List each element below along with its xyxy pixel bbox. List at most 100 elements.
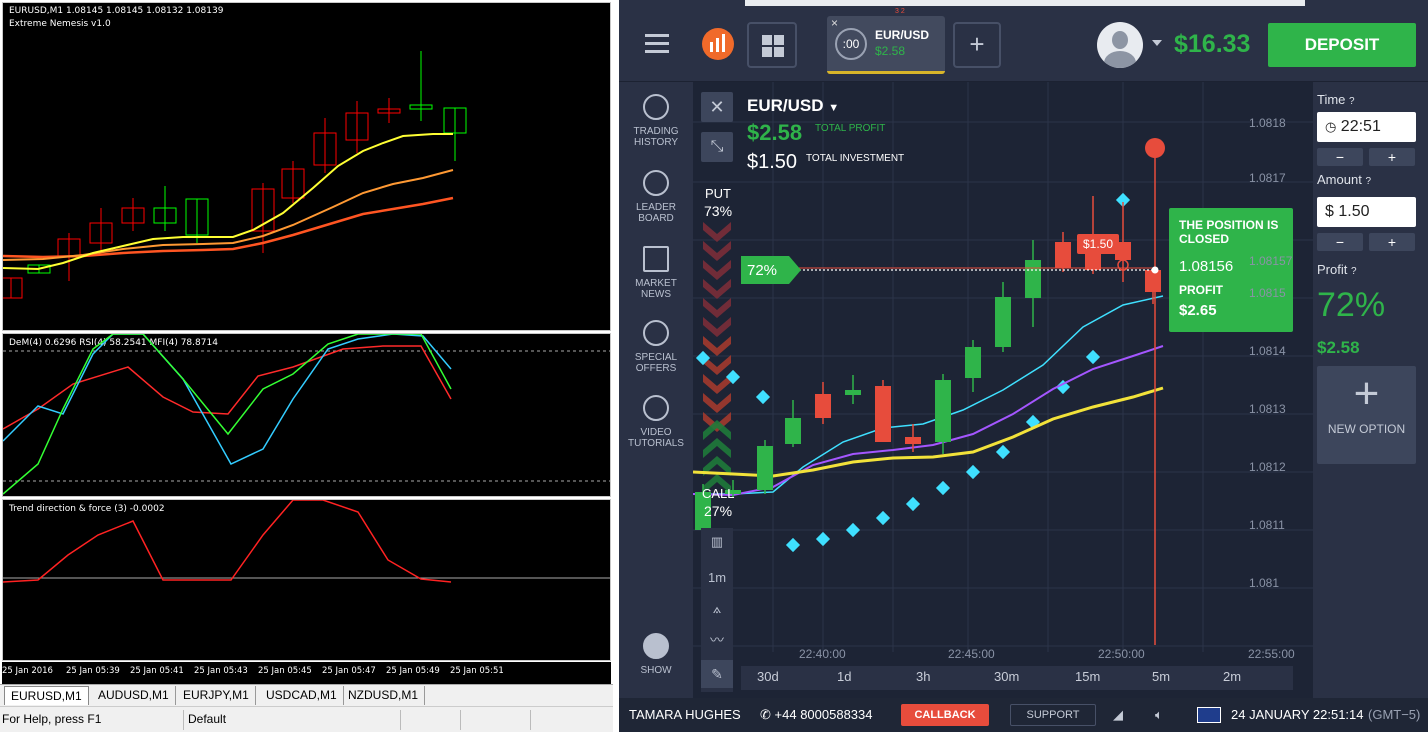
time-input[interactable]: ◷ 22:51 — [1317, 112, 1416, 142]
amount-input[interactable]: $ 1.50 — [1317, 197, 1416, 227]
tab-audusd[interactable]: AUDUSD,M1 — [92, 686, 176, 705]
candle — [1055, 242, 1071, 268]
iqoption-window: × 3 2 :00 EUR/USD $2.58 + $16.33 DEPOSIT… — [619, 0, 1428, 732]
callback-button[interactable]: CALLBACK — [901, 704, 989, 726]
position-closed-popup: THE POSITION IS CLOSED 1.08156 PROFIT $2… — [1169, 208, 1293, 332]
show-button[interactable]: SHOW — [619, 633, 693, 676]
candle — [1145, 270, 1161, 292]
time-axis: 25 Jan 2016 25 Jan 05:39 25 Jan 05:41 25… — [2, 662, 611, 684]
current-price-dot — [1151, 266, 1159, 274]
add-asset-button[interactable]: + — [953, 22, 1001, 68]
tab-eurjpy[interactable]: EURJPY,M1 — [177, 686, 256, 705]
price-chart-panel[interactable]: EURUSD,M1 1.08145 1.08145 1.08132 1.0813… — [2, 2, 611, 331]
video-icon — [643, 395, 669, 421]
grid-icon — [762, 35, 784, 57]
close-chart-button[interactable]: ✕ — [701, 92, 733, 122]
sidebar-item-label: MARKET NEWS — [635, 278, 677, 300]
price-level-label: 1.0813 — [1249, 402, 1286, 416]
timeframe-option[interactable]: 5m — [1152, 669, 1170, 684]
amount-label: Amount ? — [1317, 172, 1371, 187]
timeframe-option[interactable]: 3h — [916, 669, 930, 684]
sidebar-item-history[interactable]: TRADING HISTORY — [619, 94, 693, 148]
total-investment-label: TOTAL INVESTMENT — [806, 153, 905, 164]
timeframe-option[interactable]: 15m — [1075, 669, 1100, 684]
logo-icon — [702, 28, 734, 60]
asset-selector[interactable]: EUR/USD ▼ — [747, 96, 839, 116]
price-level-label: 1.081 — [1249, 576, 1280, 590]
price-level-label: 1.08157 — [1249, 254, 1293, 268]
tab-eurusd[interactable]: EURUSD,M1 — [4, 686, 89, 705]
chevron-down-icon: ▼ — [828, 102, 840, 114]
asset-tab-close-icon[interactable]: × — [831, 16, 838, 30]
profit-percent: 72% — [1317, 286, 1386, 324]
sidebar-item-label: VIDEO TUTORIALS — [628, 427, 684, 449]
tab-usdcad[interactable]: USDCAD,M1 — [260, 686, 344, 705]
sidebar-item-news[interactable]: MARKET NEWS — [619, 246, 693, 300]
time-minus-button[interactable]: − — [1317, 148, 1363, 166]
time-label: 25 Jan 05:45 — [258, 666, 312, 676]
metatrader-window: EURUSD,M1 1.08145 1.08145 1.08132 1.0813… — [0, 0, 613, 732]
candle — [3, 277, 23, 299]
tab-nzdusd[interactable]: NZDUSD,M1 — [342, 686, 426, 705]
timeframe-option[interactable]: 30m — [994, 669, 1019, 684]
total-profit-label: TOTAL PROFIT — [815, 123, 886, 134]
sidebar-item-video[interactable]: VIDEO TUTORIALS — [619, 395, 693, 449]
oscillator-panel[interactable]: DeM(4) 0.6296 RSI(4) 58.2541 MFI(4) 78.8… — [2, 333, 611, 497]
volume-icon[interactable]: 🔈︎ — [1155, 707, 1163, 723]
popup-profit-label: PROFIT — [1179, 283, 1223, 297]
asset-tab[interactable]: × 3 2 :00 EUR/USD $2.58 — [827, 8, 945, 74]
timeframe-option[interactable]: 30d — [757, 669, 779, 684]
uk-flag-icon[interactable] — [1197, 707, 1221, 723]
amount-minus-button[interactable]: − — [1317, 233, 1363, 251]
call-label: CALL — [702, 486, 735, 501]
address-strip — [745, 0, 1305, 6]
phone-icon: ✆ — [760, 707, 771, 722]
support-button[interactable]: SUPPORT — [1010, 704, 1096, 726]
chevron-down-icon[interactable] — [1152, 40, 1162, 46]
help-icon[interactable]: ? — [1349, 96, 1355, 107]
time-plus-button[interactable]: + — [1369, 148, 1415, 166]
drawing-icon[interactable]: ⟑ — [701, 600, 733, 617]
new-option-label: NEW OPTION — [1327, 422, 1406, 436]
timeframe-button[interactable]: 1m — [701, 570, 733, 585]
timeframe-option[interactable]: 2m — [1223, 669, 1241, 684]
total-investment-value: $1.50 — [747, 151, 798, 173]
grid-view-button[interactable] — [747, 22, 797, 68]
put-percent: 73% — [704, 203, 733, 219]
menu-icon[interactable] — [645, 34, 669, 54]
price-level-label: 1.0815 — [1249, 286, 1286, 300]
time-axis-label: 22:40:00 — [799, 647, 846, 661]
time-label: 25 Jan 05:49 — [386, 666, 440, 676]
clock-icon: ◷ — [1325, 119, 1337, 134]
collapse-button[interactable]: ⤡ — [701, 132, 733, 162]
sidebar-item-offers[interactable]: SPECIAL OFFERS — [619, 320, 693, 374]
price-level-label: 1.0817 — [1249, 171, 1286, 185]
bottom-bar: TAMARA HUGHES ✆ +44 8000588334 CALLBACK … — [619, 698, 1428, 732]
help-icon[interactable]: ? — [1365, 176, 1371, 187]
deposit-button[interactable]: DEPOSIT — [1268, 23, 1416, 67]
time-axis-label: 22:50:00 — [1098, 647, 1145, 661]
new-option-button[interactable]: + NEW OPTION — [1317, 366, 1416, 464]
amount-plus-button[interactable]: + — [1369, 233, 1415, 251]
popup-profit-value: $2.65 — [1179, 302, 1217, 319]
phone-number[interactable]: ✆ +44 8000588334 — [760, 707, 873, 723]
trend-panel[interactable]: Trend direction & force (3) -0.0002 — [2, 499, 611, 661]
price-level-label: 1.0818 — [1249, 116, 1286, 130]
time-label: 25 Jan 05:43 — [194, 666, 248, 676]
ma-slow-line — [3, 196, 454, 259]
indicators-icon[interactable]: 〰 — [701, 630, 733, 650]
chart-settings-icon[interactable]: ◢ — [1113, 707, 1123, 723]
candle — [905, 437, 921, 444]
candle — [875, 386, 891, 442]
avatar[interactable] — [1097, 22, 1143, 68]
sidebar-item-leaderboard[interactable]: LEADER BOARD — [619, 170, 693, 224]
date-time: 24 JANUARY 22:51:14 — [1231, 707, 1364, 722]
balance[interactable]: $16.33 — [1174, 30, 1250, 59]
trading-chart[interactable]: ✕ ⤡ EUR/USD ▼ $2.58 TOTAL PROFIT $1.50 T… — [693, 82, 1313, 698]
timeframe-option[interactable]: 1d — [837, 669, 851, 684]
expiry-flag-icon — [1145, 138, 1165, 158]
chart-type-icon[interactable]: ▥ — [701, 534, 733, 550]
pencil-icon[interactable]: ✎ — [701, 660, 733, 688]
help-icon[interactable]: ? — [1351, 266, 1357, 277]
time-label: 25 Jan 05:51 — [450, 666, 504, 676]
